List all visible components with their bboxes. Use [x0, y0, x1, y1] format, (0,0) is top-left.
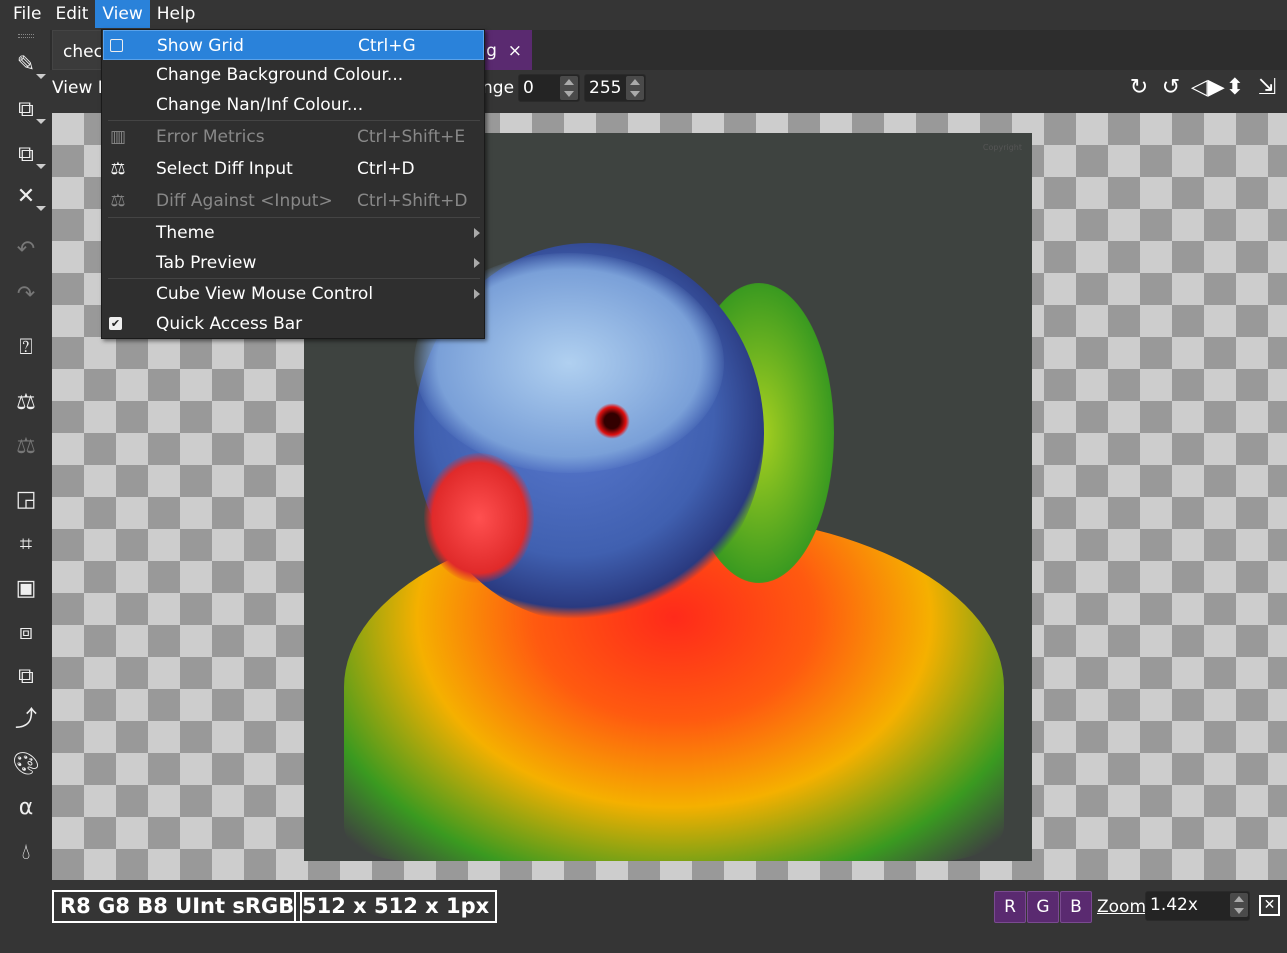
range-min-input[interactable]: 0: [518, 74, 580, 102]
range-min-value: 0: [523, 78, 534, 98]
menu-bar: File Edit View Help: [0, 0, 1287, 28]
menu-help[interactable]: Help: [150, 0, 203, 28]
diff-against-icon[interactable]: ⚖: [10, 431, 42, 463]
close-icon[interactable]: ✕: [10, 181, 46, 213]
rotate-counterclockwise-icon[interactable]: ↺: [1159, 74, 1183, 102]
bar-chart-icon: ▥: [109, 127, 127, 147]
fit-to-window-icon[interactable]: ✕: [1259, 895, 1280, 916]
channel-blue-button[interactable]: B: [1060, 891, 1092, 923]
crop-icon[interactable]: ⌗: [10, 529, 42, 561]
left-toolbar: ✎ ⧉ ⧉ ✕ ↶ ↷ ⍰ ⚖ ⚖ ◲ ⌗ ▣ ⧈ ⧉ ⤴ 🎨︎ α 💧︎: [0, 28, 50, 953]
view-menu-dropdown: Show Grid Ctrl+G Change Background Colour…: [101, 29, 485, 339]
scales-icon: ⚖: [110, 191, 126, 211]
channel-red-button[interactable]: R: [994, 891, 1026, 923]
menu-item-background-colour[interactable]: Change Background Colour...: [103, 60, 484, 90]
menu-edit[interactable]: Edit: [48, 0, 95, 28]
menu-item-error-metrics[interactable]: ▥ Error Metrics Ctrl+Shift+E: [103, 122, 484, 152]
flip-vertical-icon[interactable]: ⬍: [1223, 74, 1247, 102]
zoom-label: Zoom: [1097, 897, 1147, 917]
submenu-arrow-icon: [474, 258, 480, 268]
range-max-input[interactable]: 255: [584, 74, 646, 102]
submenu-arrow-icon: [474, 228, 480, 238]
open-capture-icon[interactable]: ⧉: [10, 94, 46, 126]
status-bar: R8 G8 B8 UInt sRGB 512 x 512 x 1px R G B…: [50, 880, 1287, 953]
channel-green-button[interactable]: G: [1027, 891, 1059, 923]
tab-close-icon[interactable]: ×: [508, 41, 522, 61]
export-view-icon[interactable]: ⇲: [1255, 74, 1279, 102]
menu-item-nan-inf-colour[interactable]: Change Nan/Inf Colour...: [103, 90, 484, 120]
toolbar-grip[interactable]: [18, 34, 34, 38]
submenu-arrow-icon: [474, 289, 480, 299]
zoom-input[interactable]: 1.42x: [1145, 891, 1250, 921]
copy-layer-icon[interactable]: ⧉: [10, 661, 42, 693]
select-diff-icon[interactable]: ⚖: [10, 387, 42, 419]
tab-label: g: [486, 41, 497, 61]
watermark: Copyright: [982, 143, 1022, 152]
range-max-stepper[interactable]: [626, 76, 644, 100]
alpha-icon[interactable]: α: [10, 792, 42, 824]
undo-icon[interactable]: ↶: [10, 234, 42, 266]
range-min-stepper[interactable]: [560, 76, 578, 100]
subimage-icon[interactable]: ◲: [10, 484, 42, 516]
menu-item-show-grid[interactable]: Show Grid Ctrl+G: [103, 30, 484, 60]
overlay-icon[interactable]: ⧈: [10, 617, 42, 649]
goto-location-icon[interactable]: ⍰: [10, 332, 42, 364]
menu-file[interactable]: File: [6, 0, 48, 28]
flip-horizontal-icon[interactable]: ◁▶: [1191, 74, 1225, 102]
texture-dimensions: 512 x 512 x 1px: [294, 890, 498, 923]
menu-item-tab-preview[interactable]: Tab Preview: [103, 248, 484, 278]
rotate-clockwise-icon[interactable]: ↻: [1127, 74, 1151, 102]
menu-item-quick-access-bar[interactable]: ✔ Quick Access Bar: [103, 309, 484, 339]
curve-icon[interactable]: ⤴: [10, 704, 42, 736]
checkbox-icon[interactable]: [110, 39, 123, 52]
menu-item-diff-against[interactable]: ⚖ Diff Against <Input> Ctrl+Shift+D: [103, 186, 484, 216]
menu-item-theme[interactable]: Theme: [103, 218, 484, 248]
menu-view[interactable]: View: [95, 0, 150, 28]
drop-icon[interactable]: 💧︎: [10, 837, 42, 869]
zoom-stepper[interactable]: [1230, 893, 1248, 917]
export-icon[interactable]: ⧉: [10, 139, 46, 171]
menu-item-cube-view-mouse-control[interactable]: Cube View Mouse Control: [103, 279, 484, 309]
zoom-value: 1.42x: [1150, 895, 1198, 915]
texture-format: R8 G8 B8 UInt sRGB: [52, 890, 303, 923]
range-max-value: 255: [589, 78, 622, 98]
palette-icon[interactable]: 🎨︎: [10, 749, 42, 781]
checkbox-checked-icon[interactable]: ✔: [109, 317, 122, 330]
edit-icon[interactable]: ✎: [10, 49, 46, 81]
fit-frame-icon[interactable]: ▣: [10, 573, 42, 605]
menu-item-select-diff-input[interactable]: ⚖ Select Diff Input Ctrl+D: [103, 154, 484, 184]
scales-icon: ⚖: [110, 159, 126, 179]
redo-icon[interactable]: ↷: [10, 279, 42, 311]
range-label: nge: [482, 78, 515, 98]
